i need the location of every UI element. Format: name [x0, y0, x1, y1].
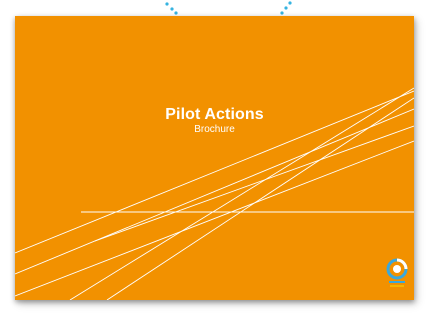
project-logo-icon: [386, 258, 408, 287]
title-block: Pilot Actions Brochure: [15, 105, 414, 136]
cover-title: Pilot Actions: [165, 106, 264, 123]
brochure-cover: Pilot Actions Brochure: [15, 16, 414, 300]
brochure-preview: Pilot Actions Brochure: [0, 0, 427, 314]
cover-subtitle: Brochure: [194, 124, 235, 135]
decorative-lines: [15, 87, 414, 300]
